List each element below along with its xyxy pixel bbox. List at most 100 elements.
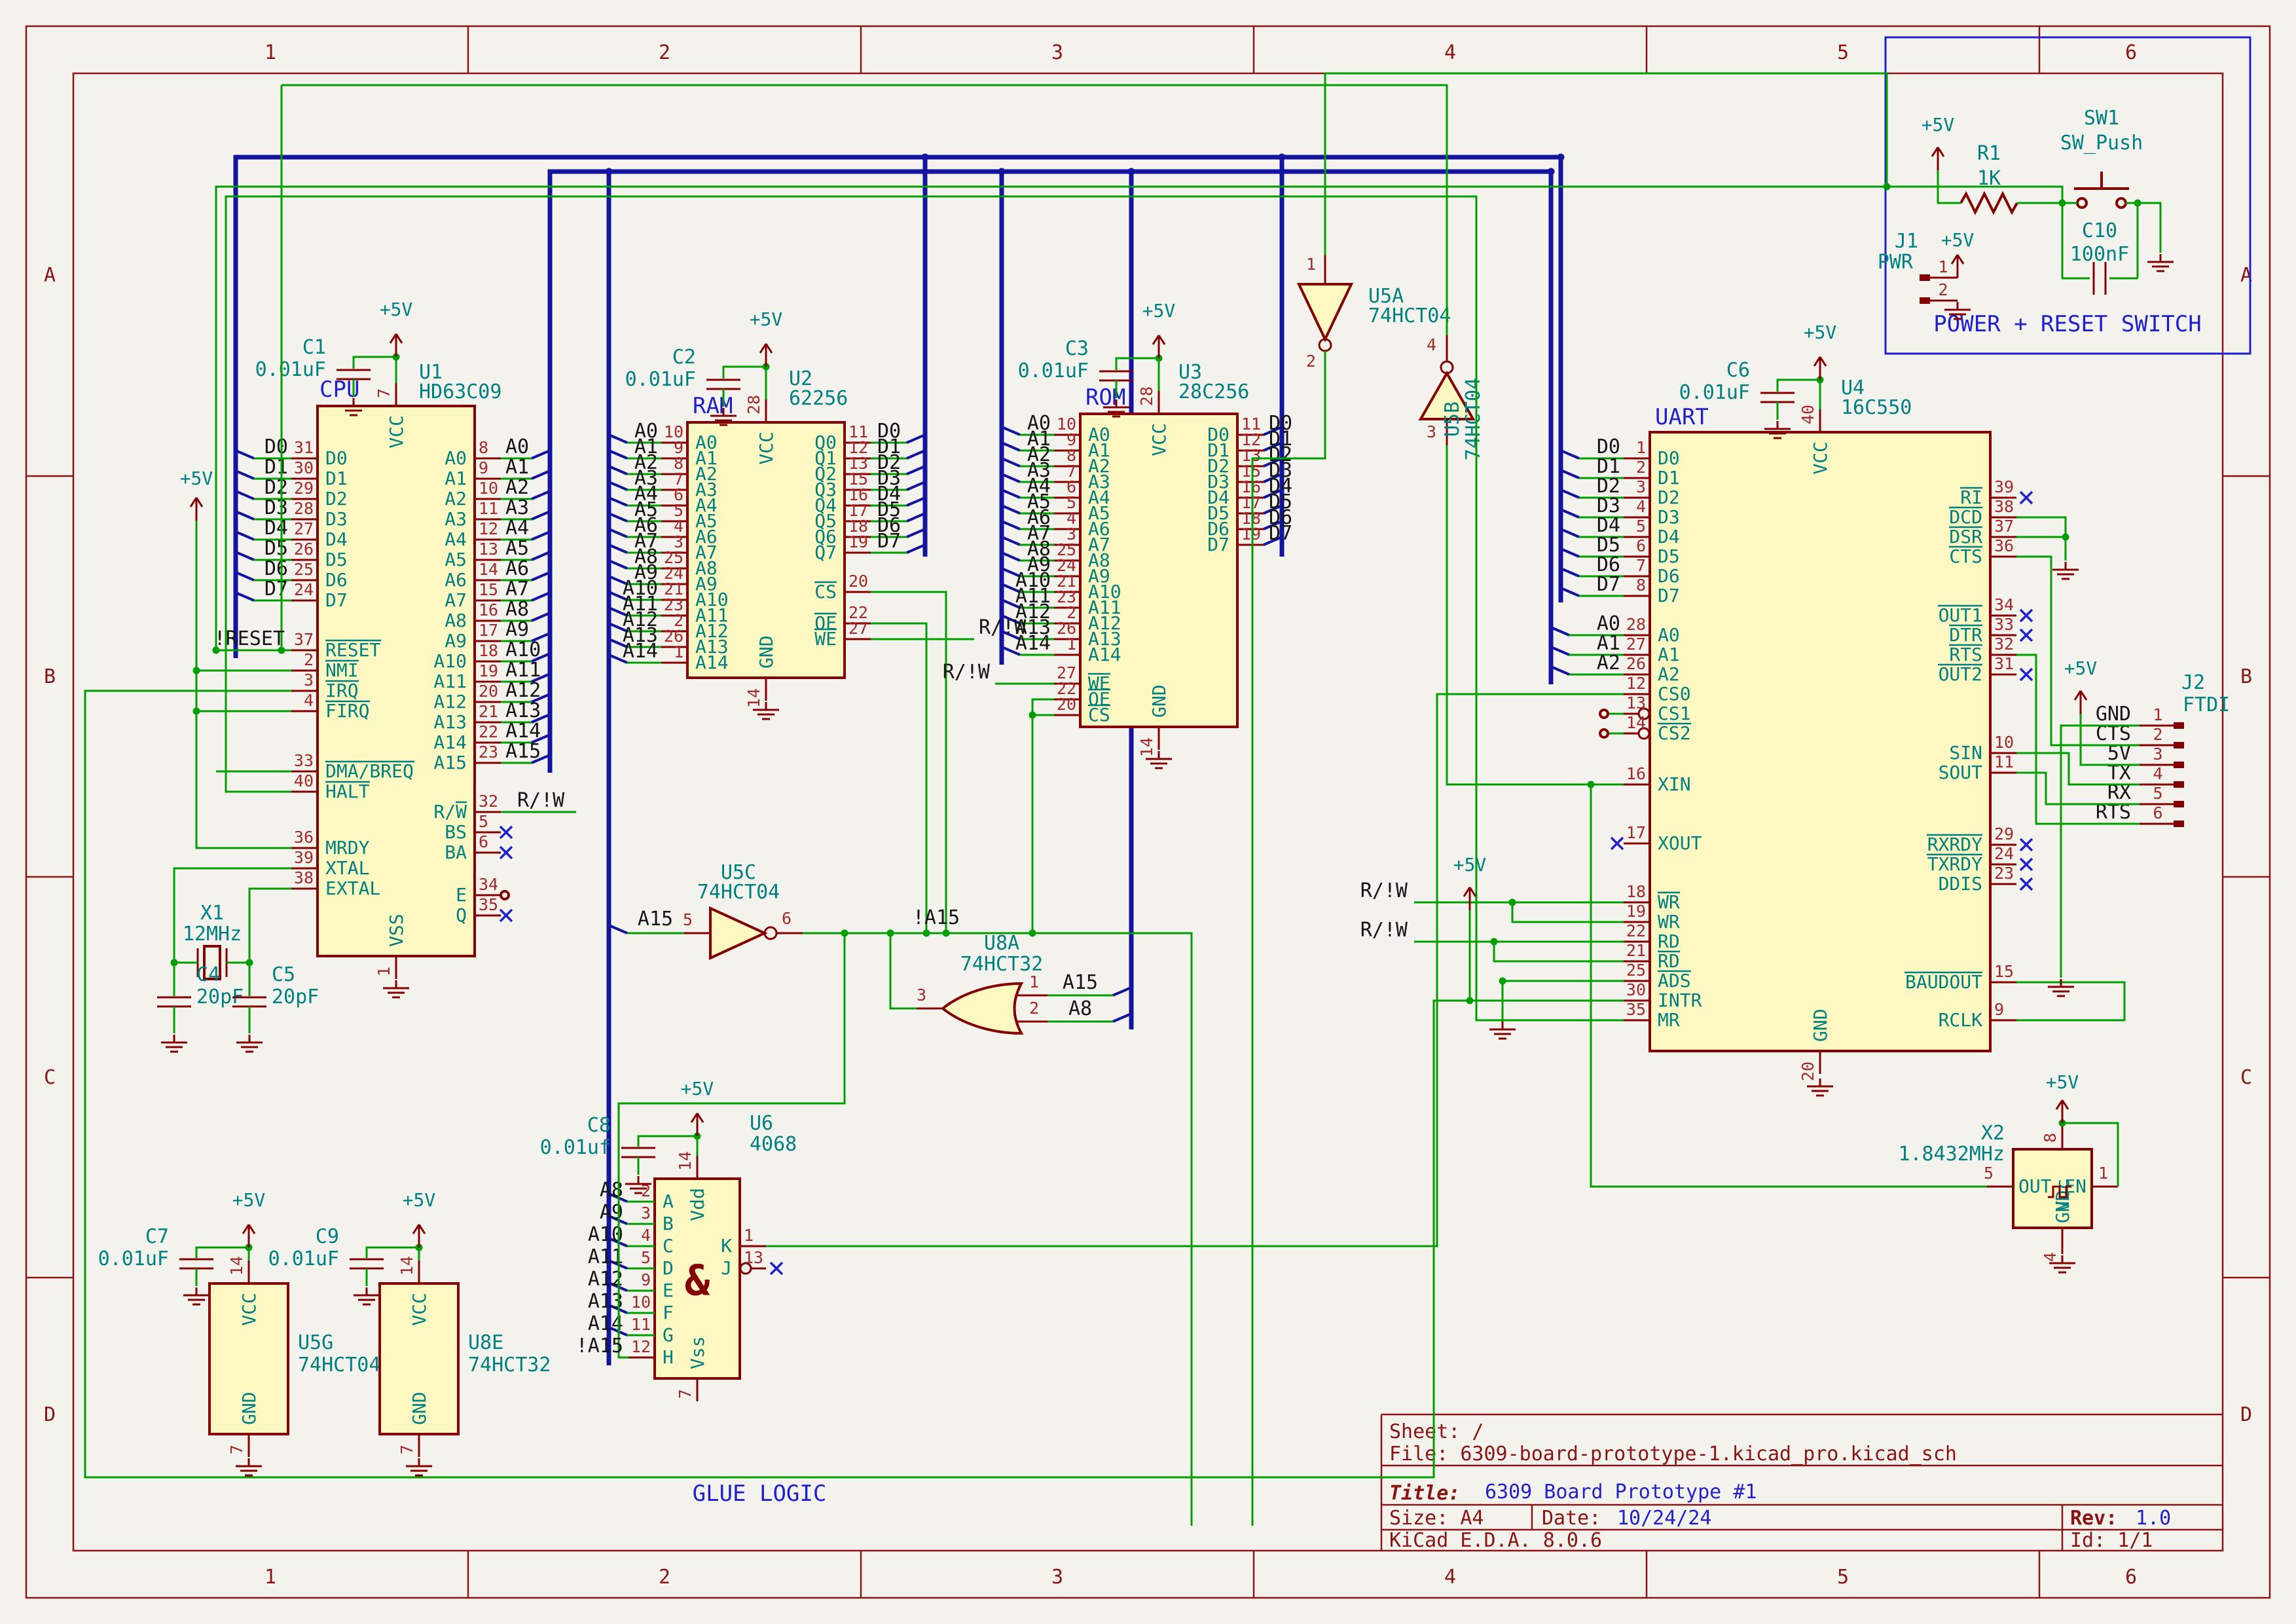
bus-entry [236, 593, 254, 600]
bus-entry [532, 572, 550, 580]
pin-name: VSS [386, 913, 407, 947]
or-gate-U8A[interactable] [943, 984, 1021, 1033]
net-label: D7 [264, 578, 288, 600]
net-label: A13 [505, 699, 541, 722]
capacitor-symbol[interactable] [621, 1148, 655, 1157]
net-label: A6 [505, 557, 529, 580]
pin-number: 12 [631, 1337, 651, 1356]
bus-entry [609, 451, 627, 458]
inverter-U5C[interactable] [710, 908, 765, 958]
connector-pad[interactable] [2174, 821, 2184, 827]
bus-entry [1561, 451, 1579, 458]
connector-pad[interactable] [2174, 781, 2184, 788]
pin-number: 13 [744, 1248, 763, 1267]
wire [638, 1136, 697, 1147]
chip-body-U4[interactable] [1650, 432, 1990, 1051]
capacitor-symbol[interactable] [350, 1259, 384, 1268]
pin-name: A14 [695, 652, 729, 673]
junction-dot [246, 959, 253, 967]
connector-pad[interactable] [2174, 722, 2184, 729]
pin-name: E [663, 1280, 674, 1301]
bus-entry [609, 466, 627, 474]
pin-number: 14 [397, 1256, 416, 1276]
pin-number: 11 [1994, 752, 2014, 771]
pin-number: 34 [479, 875, 498, 894]
pin-number: 4 [1636, 497, 1646, 516]
junction-dot [998, 168, 1006, 175]
connector-pad[interactable] [2174, 801, 2184, 807]
power-5v-label: +5V [380, 299, 413, 320]
pin-number: 8 [1636, 576, 1646, 595]
wire [2016, 517, 2066, 537]
capacitor-symbol[interactable] [157, 997, 191, 1006]
bus-entry [236, 572, 254, 580]
titleblock-date-value: 10/24/24 [1617, 1507, 1712, 1530]
pin-name: D6 [325, 569, 348, 591]
bus-entry [1002, 443, 1020, 451]
junction-dot [923, 930, 930, 937]
bus-entry [236, 471, 254, 479]
frame-col-label: 2 [659, 1566, 670, 1589]
wire [1116, 358, 1159, 370]
pin-name: OUT2 [1939, 663, 1982, 685]
pin-name: RTS [1949, 644, 1982, 665]
pin-name: NMI [325, 659, 359, 681]
pin-number: 39 [1994, 477, 2014, 496]
schematic-canvas[interactable]: 112233445566AABBCCDDSheet: /File: 6309-b… [0, 0, 2296, 1624]
bus-entry [1002, 458, 1020, 466]
junction-dot [922, 154, 929, 161]
pin-number: 9 [479, 458, 488, 477]
chip-value: 0.01uf [540, 1136, 611, 1159]
inverter-U5A[interactable] [1299, 284, 1351, 339]
connector-pad[interactable] [1920, 297, 1930, 304]
text-label: 5 [2153, 784, 2162, 803]
bus-entry [1002, 537, 1020, 545]
pin-name: BA [445, 841, 467, 863]
pin-name: BS [445, 821, 467, 843]
pin-number: 27 [848, 619, 868, 638]
capacitor-symbol[interactable] [1760, 393, 1795, 402]
pin-number: 3 [641, 1204, 651, 1223]
pin-name: DSR [1949, 526, 1982, 547]
pin-name: E [456, 884, 467, 906]
pin-name: F [663, 1302, 674, 1323]
chip-ref: C9 [316, 1225, 339, 1248]
pin-name: D2 [1658, 487, 1680, 508]
net-label: A12 [505, 679, 541, 702]
pin-name: SIN [1949, 742, 1982, 764]
capacitor-symbol[interactable] [179, 1259, 213, 1268]
pin-number: 34 [1994, 595, 2014, 614]
connector-pad[interactable] [2174, 742, 2184, 748]
bus-entry [1561, 529, 1579, 537]
pin-number: 29 [1994, 824, 2014, 843]
bus-entry [532, 511, 550, 519]
pin-name: D3 [1658, 506, 1680, 528]
net-label: A3 [505, 496, 529, 519]
bus-entry [1002, 553, 1020, 561]
frame-row-label: D [2240, 1403, 2252, 1426]
pin-number: 19 [848, 532, 868, 551]
pin-name: A1 [445, 468, 467, 489]
switch-SW1[interactable] [2077, 198, 2126, 208]
pin-name: Q7 [814, 542, 837, 563]
pin-number: 9 [641, 1270, 651, 1289]
net-label: A7 [505, 578, 529, 600]
pin-name: D5 [1658, 545, 1680, 567]
pin-number: 17 [1626, 823, 1646, 842]
capacitor-symbol[interactable] [706, 380, 740, 389]
chip-value: 0.01uF [1018, 360, 1089, 382]
net-label: A15 [638, 908, 673, 931]
connector-pad[interactable] [2174, 762, 2184, 768]
capacitor-symbol[interactable] [1099, 371, 1133, 380]
bus-entry [532, 471, 550, 479]
wire [1494, 942, 1624, 961]
pin-number: 24 [294, 580, 314, 599]
net-label: A8 [1068, 997, 1092, 1020]
connector-pad[interactable] [1920, 274, 1930, 281]
pin-name: D4 [1658, 526, 1680, 547]
pin-name: MR [1658, 1009, 1680, 1031]
pin-name: A11 [433, 671, 467, 692]
junction-dot [1128, 168, 1135, 175]
chip-value: 0.01uF [625, 368, 696, 391]
pin-name: DMA/BREQ [325, 760, 414, 782]
